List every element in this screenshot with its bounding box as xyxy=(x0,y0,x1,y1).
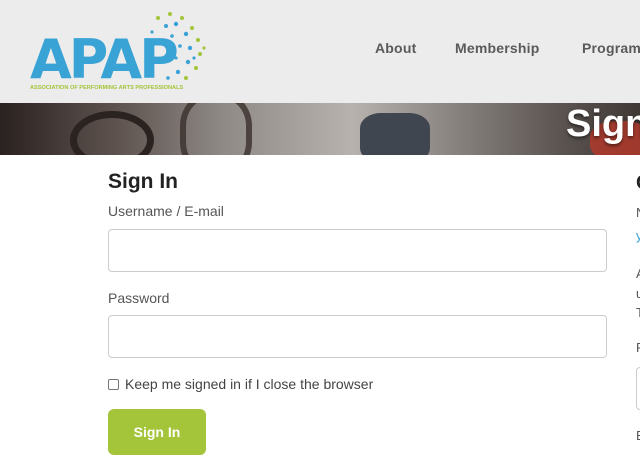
page-banner: Sign xyxy=(0,103,640,155)
svg-text:APAP: APAP xyxy=(30,28,177,91)
site-header: APAP ASSOCIATION OF PERFORMING ARTS PROF… xyxy=(0,0,640,103)
signin-heading: Sign In xyxy=(108,170,178,193)
password-label: Password xyxy=(108,290,170,306)
nav-about[interactable]: About xyxy=(375,40,416,56)
keep-signed-in-label: Keep me signed in if I close the browser xyxy=(125,376,374,392)
right-column-label: F xyxy=(636,340,640,355)
right-column-text: A xyxy=(636,266,640,281)
right-column-label: E xyxy=(636,428,640,443)
nav-programs[interactable]: Programs xyxy=(582,40,640,56)
right-column-text: T xyxy=(636,305,640,320)
username-label: Username / E-mail xyxy=(108,203,224,219)
right-column-text: N xyxy=(636,205,640,220)
signin-button[interactable]: Sign In xyxy=(108,409,206,455)
right-column-link[interactable]: y xyxy=(636,228,640,243)
banner-title: Sign xyxy=(566,103,640,145)
banner-shape xyxy=(360,113,430,155)
nav-membership[interactable]: Membership xyxy=(455,40,539,56)
password-input[interactable] xyxy=(108,315,607,358)
keep-signed-in-checkbox[interactable] xyxy=(108,378,119,390)
right-column-text: u xyxy=(636,286,640,301)
svg-text:ASSOCIATION OF PERFORMING ARTS: ASSOCIATION OF PERFORMING ARTS PROFESSIO… xyxy=(30,85,183,91)
right-column-heading: C xyxy=(636,172,640,195)
keep-signed-in-option[interactable]: Keep me signed in if I close the browser xyxy=(108,376,373,392)
banner-shape xyxy=(70,111,154,155)
banner-shape xyxy=(180,103,252,155)
right-column-input[interactable] xyxy=(636,367,640,410)
apap-logo[interactable]: APAP ASSOCIATION OF PERFORMING ARTS PROF… xyxy=(28,8,218,96)
username-input[interactable] xyxy=(108,229,607,272)
